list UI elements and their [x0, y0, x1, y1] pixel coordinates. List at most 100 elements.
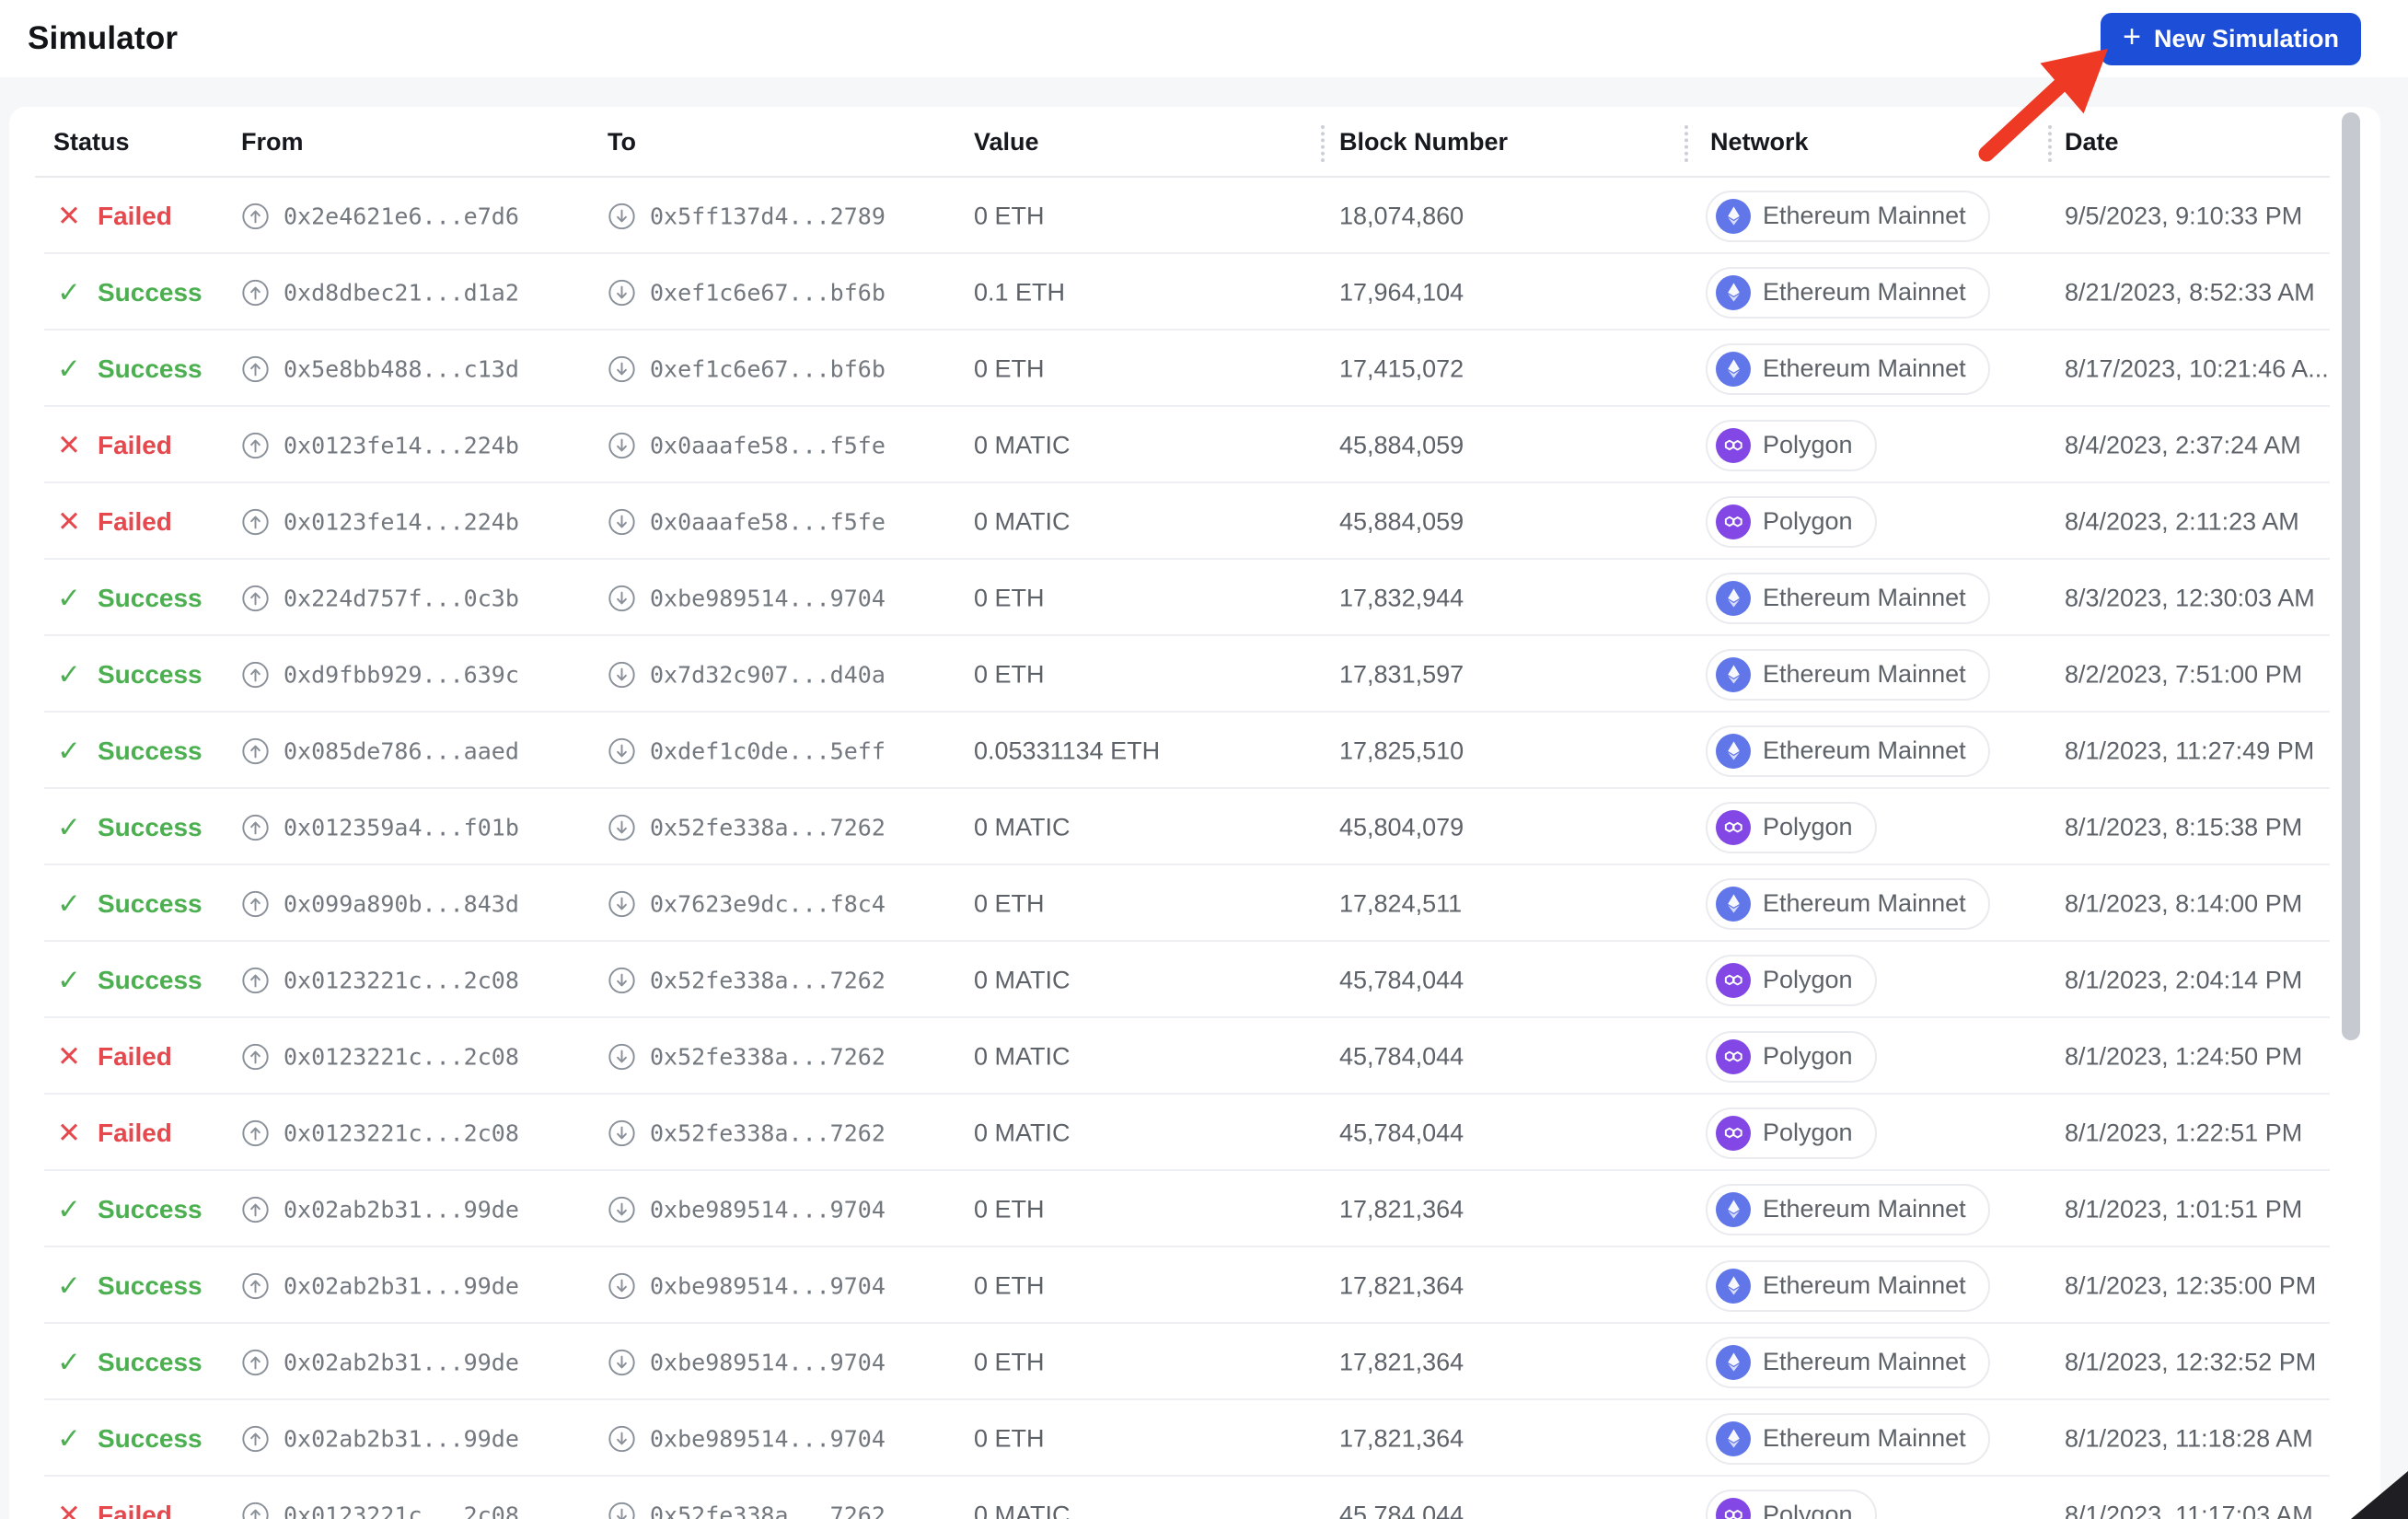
status-label: Failed: [97, 1118, 172, 1147]
table-row[interactable]: ✕ Failed 0x0123221c...2c08 0x52fe338a...…: [9, 1018, 2380, 1095]
new-simulation-button[interactable]: + New Simulation: [2101, 12, 2361, 65]
column-resize-handle[interactable]: [2048, 125, 2052, 162]
to-cell[interactable]: 0x52fe338a...7262: [608, 813, 886, 841]
from-cell[interactable]: 0x224d757f...0c3b: [241, 584, 519, 612]
from-cell[interactable]: 0x0123fe14...224b: [241, 507, 519, 536]
status-label: Success: [97, 965, 203, 994]
table-row[interactable]: ✓ Success 0x02ab2b31...99de 0xbe989514..…: [9, 1400, 2380, 1477]
status-cell: ✓ Success: [57, 966, 203, 995]
arrow-up-circle-icon: [242, 203, 269, 229]
network-label: Ethereum Mainnet: [1763, 660, 1966, 688]
table-row[interactable]: ✓ Success 0x224d757f...0c3b 0xbe989514..…: [9, 560, 2380, 636]
table-row[interactable]: ✕ Failed 0x0123fe14...224b 0x0aaafe58...…: [9, 483, 2380, 560]
from-cell[interactable]: 0x085de786...aaed: [241, 736, 519, 765]
column-resize-handle[interactable]: [1684, 125, 1688, 162]
from-cell[interactable]: 0x012359a4...f01b: [241, 813, 519, 841]
to-address: 0xbe989514...9704: [650, 1196, 886, 1223]
value-cell: 0.1 ETH: [974, 278, 1066, 306]
table-row[interactable]: ✕ Failed 0x0123fe14...224b 0x0aaafe58...…: [9, 407, 2380, 483]
from-cell[interactable]: 0x0123221c...2c08: [241, 1501, 519, 1519]
value-cell: 0 ETH: [974, 1348, 1045, 1375]
from-address: 0x085de786...aaed: [284, 737, 519, 764]
network-badge: Polygon: [1706, 1489, 1877, 1519]
table-row[interactable]: ✓ Success 0x085de786...aaed 0xdef1c0de..…: [9, 713, 2380, 789]
value-cell: 0 ETH: [974, 660, 1045, 688]
network-label: Polygon: [1763, 507, 1853, 535]
status-label: Failed: [97, 1041, 172, 1071]
from-cell[interactable]: 0x099a890b...843d: [241, 889, 519, 918]
to-cell[interactable]: 0x7623e9dc...f8c4: [608, 889, 886, 918]
table-row[interactable]: ✓ Success 0x02ab2b31...99de 0xbe989514..…: [9, 1171, 2380, 1247]
from-cell[interactable]: 0x0123221c...2c08: [241, 1119, 519, 1147]
table-row[interactable]: ✓ Success 0x02ab2b31...99de 0xbe989514..…: [9, 1247, 2380, 1324]
table-row[interactable]: ✓ Success 0x012359a4...f01b 0x52fe338a..…: [9, 789, 2380, 865]
table-row[interactable]: ✓ Success 0x0123221c...2c08 0x52fe338a..…: [9, 942, 2380, 1018]
from-cell[interactable]: 0x02ab2b31...99de: [241, 1195, 519, 1223]
table-row[interactable]: ✓ Success 0xd9fbb929...639c 0x7d32c907..…: [9, 636, 2380, 713]
to-cell[interactable]: 0xef1c6e67...bf6b: [608, 278, 886, 307]
to-cell[interactable]: 0xdef1c0de...5eff: [608, 736, 886, 765]
from-cell[interactable]: 0x0123221c...2c08: [241, 1042, 519, 1071]
table-row[interactable]: ✓ Success 0x099a890b...843d 0x7623e9dc..…: [9, 865, 2380, 942]
status-icon: ✓: [57, 1346, 81, 1378]
to-cell[interactable]: 0x0aaafe58...f5fe: [608, 507, 886, 536]
network-icon: [1716, 1115, 1751, 1151]
to-cell[interactable]: 0x52fe338a...7262: [608, 1119, 886, 1147]
table-row[interactable]: ✕ Failed 0x0123221c...2c08 0x52fe338a...…: [9, 1095, 2380, 1171]
table-row[interactable]: ✕ Failed 0x2e4621e6...e7d6 0x5ff137d4...…: [9, 178, 2380, 254]
from-cell[interactable]: 0x02ab2b31...99de: [241, 1271, 519, 1300]
table-row[interactable]: ✓ Success 0xd8dbec21...d1a2 0xef1c6e67..…: [9, 254, 2380, 330]
block-number-cell: 17,832,944: [1339, 584, 1464, 611]
column-header-from: From: [241, 128, 304, 156]
to-cell[interactable]: 0xbe989514...9704: [608, 1348, 886, 1376]
from-cell[interactable]: 0xd8dbec21...d1a2: [241, 278, 519, 307]
status-icon: ✓: [57, 1193, 81, 1225]
to-cell[interactable]: 0xbe989514...9704: [608, 1424, 886, 1453]
column-resize-handle[interactable]: [1321, 125, 1325, 162]
polygon-icon: [1724, 821, 1742, 833]
table-row[interactable]: ✓ Success 0x5e8bb488...c13d 0xef1c6e67..…: [9, 330, 2380, 407]
from-cell[interactable]: 0x0123fe14...224b: [241, 431, 519, 459]
to-cell[interactable]: 0x0aaafe58...f5fe: [608, 431, 886, 459]
to-cell[interactable]: 0x52fe338a...7262: [608, 966, 886, 994]
top-bar: Simulator + New Simulation: [0, 0, 2408, 77]
from-cell[interactable]: 0x02ab2b31...99de: [241, 1348, 519, 1376]
network-cell: Ethereum Mainnet: [1706, 1412, 1990, 1465]
status-label: Success: [97, 659, 203, 689]
from-cell[interactable]: 0x5e8bb488...c13d: [241, 354, 519, 383]
table-row[interactable]: ✓ Success 0x02ab2b31...99de 0xbe989514..…: [9, 1324, 2380, 1400]
status-label: Success: [97, 812, 203, 841]
network-label: Ethereum Mainnet: [1763, 1271, 1966, 1299]
vertical-scrollbar-thumb[interactable]: [2342, 112, 2360, 1040]
from-cell[interactable]: 0x2e4621e6...e7d6: [241, 202, 519, 230]
to-cell[interactable]: 0xbe989514...9704: [608, 584, 886, 612]
date-cell: 8/1/2023, 11:17:03 AM: [2065, 1501, 2313, 1519]
status-icon: ✓: [57, 658, 81, 690]
table-row[interactable]: ✕ Failed 0x0123221c...2c08 0x52fe338a...…: [9, 1477, 2380, 1519]
block-number-cell: 17,821,364: [1339, 1348, 1464, 1375]
to-cell[interactable]: 0xbe989514...9704: [608, 1271, 886, 1300]
network-cell: Polygon: [1706, 1107, 1877, 1159]
from-cell[interactable]: 0x0123221c...2c08: [241, 966, 519, 994]
to-cell[interactable]: 0x52fe338a...7262: [608, 1042, 886, 1071]
status-label: Success: [97, 354, 203, 383]
arrow-up-circle-icon: [242, 1119, 269, 1146]
to-cell[interactable]: 0xbe989514...9704: [608, 1195, 886, 1223]
cursor-wedge: [2351, 1471, 2408, 1519]
arrow-up-circle-icon: [242, 814, 269, 841]
to-address: 0xbe989514...9704: [650, 1349, 886, 1375]
to-cell[interactable]: 0x52fe338a...7262: [608, 1501, 886, 1519]
to-cell[interactable]: 0x5ff137d4...2789: [608, 202, 886, 230]
to-cell[interactable]: 0x7d32c907...d40a: [608, 660, 886, 689]
arrow-down-circle-icon: [608, 432, 635, 458]
status-icon: ✓: [57, 811, 81, 843]
from-address: 0x0123221c...2c08: [284, 1119, 519, 1146]
to-address: 0xbe989514...9704: [650, 585, 886, 611]
status-cell: ✕ Failed: [57, 1042, 172, 1072]
to-address: 0x7d32c907...d40a: [650, 661, 886, 688]
from-cell[interactable]: 0x02ab2b31...99de: [241, 1424, 519, 1453]
from-cell[interactable]: 0xd9fbb929...639c: [241, 660, 519, 689]
date-cell: 8/1/2023, 8:15:38 PM: [2065, 813, 2303, 841]
to-address: 0x5ff137d4...2789: [650, 203, 886, 229]
to-cell[interactable]: 0xef1c6e67...bf6b: [608, 354, 886, 383]
